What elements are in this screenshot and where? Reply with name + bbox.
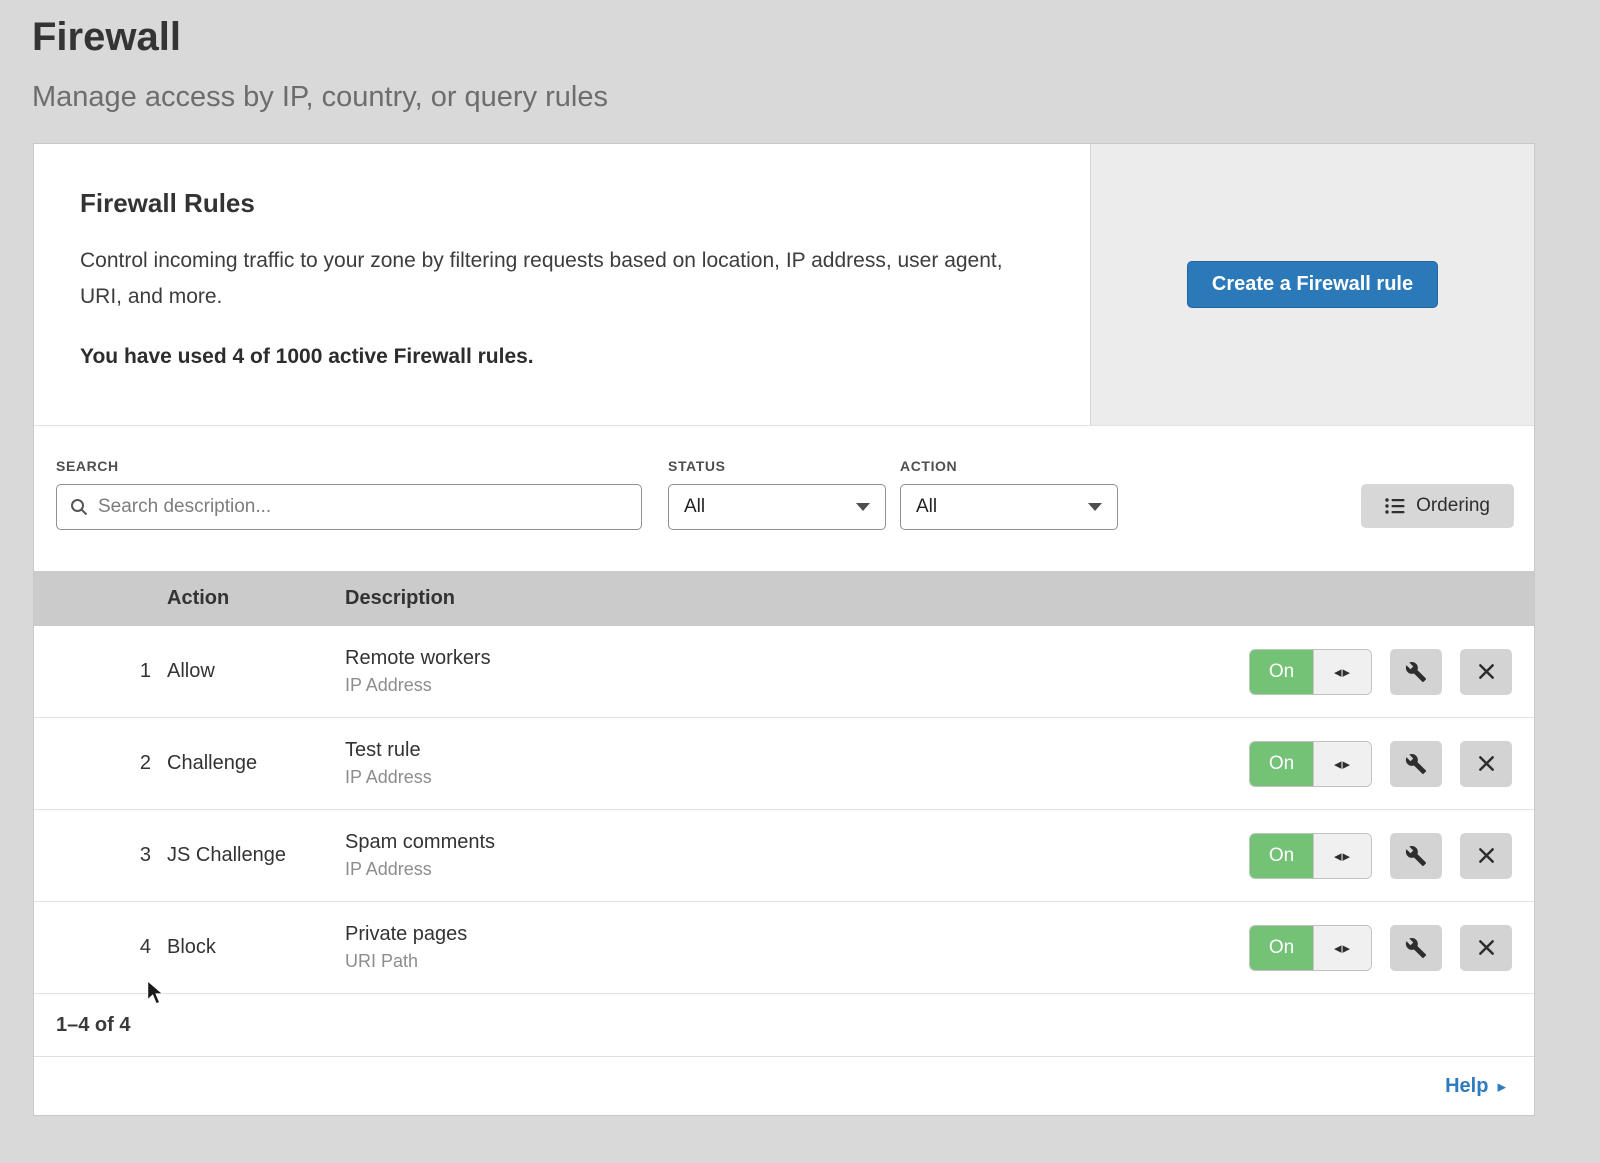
firewall-rules-summary: Firewall Rules Control incoming traffic …: [34, 144, 1534, 426]
status-select[interactable]: All: [668, 484, 886, 530]
edit-rule-button[interactable]: [1390, 649, 1442, 695]
summary-text-block: Firewall Rules Control incoming traffic …: [34, 144, 1090, 425]
delete-rule-button[interactable]: [1460, 833, 1512, 879]
wrench-icon: [1405, 661, 1427, 683]
rule-number: 2: [34, 752, 167, 775]
action-select-value: All: [916, 496, 937, 518]
rule-description-cell: Private pages URI Path: [345, 923, 1234, 972]
chevron-down-icon: [1088, 503, 1102, 511]
rule-controls: On ◂▸: [1234, 833, 1534, 879]
rule-description-cell: Spam comments IP Address: [345, 831, 1234, 880]
rule-description: Spam comments: [345, 831, 1234, 854]
table-row: 4 Block Private pages URI Path On ◂▸: [34, 902, 1534, 994]
column-header-action: Action: [167, 587, 345, 610]
rule-number: 1: [34, 660, 167, 683]
section-description: Control incoming traffic to your zone by…: [80, 243, 1030, 315]
create-rule-panel: Create a Firewall rule: [1090, 144, 1534, 425]
help-row: Help ▸: [34, 1057, 1534, 1115]
rule-match-type: IP Address: [345, 675, 1234, 696]
delete-rule-button[interactable]: [1460, 741, 1512, 787]
search-icon: [69, 497, 89, 517]
rule-enabled-toggle[interactable]: On ◂▸: [1249, 649, 1372, 695]
close-icon: [1477, 938, 1496, 957]
pagination: 1–4 of 4: [34, 994, 1534, 1057]
wrench-icon: [1405, 753, 1427, 775]
close-icon: [1477, 754, 1496, 773]
search-input[interactable]: [98, 496, 629, 518]
toggle-arrows-icon: ◂▸: [1313, 926, 1371, 970]
search-group: SEARCH: [56, 458, 642, 530]
action-label: ACTION: [900, 458, 1118, 474]
edit-rule-button[interactable]: [1390, 741, 1442, 787]
toggle-arrows-icon: ◂▸: [1313, 742, 1371, 786]
rule-description: Test rule: [345, 739, 1234, 762]
toggle-on-label: On: [1250, 742, 1313, 786]
create-firewall-rule-button[interactable]: Create a Firewall rule: [1187, 261, 1438, 308]
chevron-down-icon: [856, 503, 870, 511]
wrench-icon: [1405, 845, 1427, 867]
rule-number: 3: [34, 844, 167, 867]
toggle-arrows-icon: ◂▸: [1313, 834, 1371, 878]
close-icon: [1477, 662, 1496, 681]
rule-match-type: IP Address: [345, 859, 1234, 880]
rule-action: JS Challenge: [167, 844, 345, 867]
rule-action: Challenge: [167, 752, 345, 775]
search-box[interactable]: [56, 484, 642, 530]
toggle-arrows-icon: ◂▸: [1313, 650, 1371, 694]
filter-bar: SEARCH STATUS All ACTION All: [34, 426, 1534, 571]
help-link-label: Help: [1445, 1075, 1488, 1098]
edit-rule-button[interactable]: [1390, 833, 1442, 879]
action-select[interactable]: All: [900, 484, 1118, 530]
firewall-card: Firewall Rules Control incoming traffic …: [33, 143, 1535, 1116]
rule-description: Remote workers: [345, 647, 1234, 670]
column-header-description: Description: [345, 587, 1234, 610]
help-link[interactable]: Help ▸: [1445, 1075, 1506, 1098]
rule-description: Private pages: [345, 923, 1234, 946]
table-row: 2 Challenge Test rule IP Address On ◂▸: [34, 718, 1534, 810]
rule-controls: On ◂▸: [1234, 649, 1534, 695]
ordering-list-icon: [1385, 497, 1405, 515]
toggle-on-label: On: [1250, 926, 1313, 970]
section-title: Firewall Rules: [80, 188, 1042, 219]
page-subtitle: Manage access by IP, country, or query r…: [32, 78, 1600, 116]
rule-description-cell: Remote workers IP Address: [345, 647, 1234, 696]
rule-enabled-toggle[interactable]: On ◂▸: [1249, 741, 1372, 787]
wrench-icon: [1405, 937, 1427, 959]
edit-rule-button[interactable]: [1390, 925, 1442, 971]
page-header: Firewall Manage access by IP, country, o…: [0, 0, 1600, 116]
rule-action: Block: [167, 936, 345, 959]
rule-number: 4: [34, 936, 167, 959]
page-title: Firewall: [32, 12, 1600, 62]
rule-action: Allow: [167, 660, 345, 683]
table-row: 3 JS Challenge Spam comments IP Address …: [34, 810, 1534, 902]
ordering-button-label: Ordering: [1416, 495, 1490, 517]
rule-enabled-toggle[interactable]: On ◂▸: [1249, 833, 1372, 879]
toggle-on-label: On: [1250, 834, 1313, 878]
ordering-button[interactable]: Ordering: [1361, 484, 1514, 528]
table-row: 1 Allow Remote workers IP Address On ◂▸: [34, 626, 1534, 718]
rule-enabled-toggle[interactable]: On ◂▸: [1249, 925, 1372, 971]
help-arrow-icon: ▸: [1497, 1078, 1506, 1095]
delete-rule-button[interactable]: [1460, 649, 1512, 695]
delete-rule-button[interactable]: [1460, 925, 1512, 971]
usage-note: You have used 4 of 1000 active Firewall …: [80, 345, 1042, 369]
search-label: SEARCH: [56, 458, 642, 474]
action-filter-group: ACTION All: [900, 458, 1118, 530]
toggle-on-label: On: [1250, 650, 1313, 694]
status-select-value: All: [684, 496, 705, 518]
rule-description-cell: Test rule IP Address: [345, 739, 1234, 788]
status-filter-group: STATUS All: [668, 458, 886, 530]
table-header-row: Action Description: [34, 571, 1534, 626]
close-icon: [1477, 846, 1496, 865]
screen: { "page": { "title": "Firewall", "subtit…: [0, 0, 1600, 1163]
rule-match-type: IP Address: [345, 767, 1234, 788]
rules-table: Action Description 1 Allow Remote worker…: [34, 571, 1534, 994]
status-label: STATUS: [668, 458, 886, 474]
rule-controls: On ◂▸: [1234, 741, 1534, 787]
rule-match-type: URI Path: [345, 951, 1234, 972]
rule-controls: On ◂▸: [1234, 925, 1534, 971]
